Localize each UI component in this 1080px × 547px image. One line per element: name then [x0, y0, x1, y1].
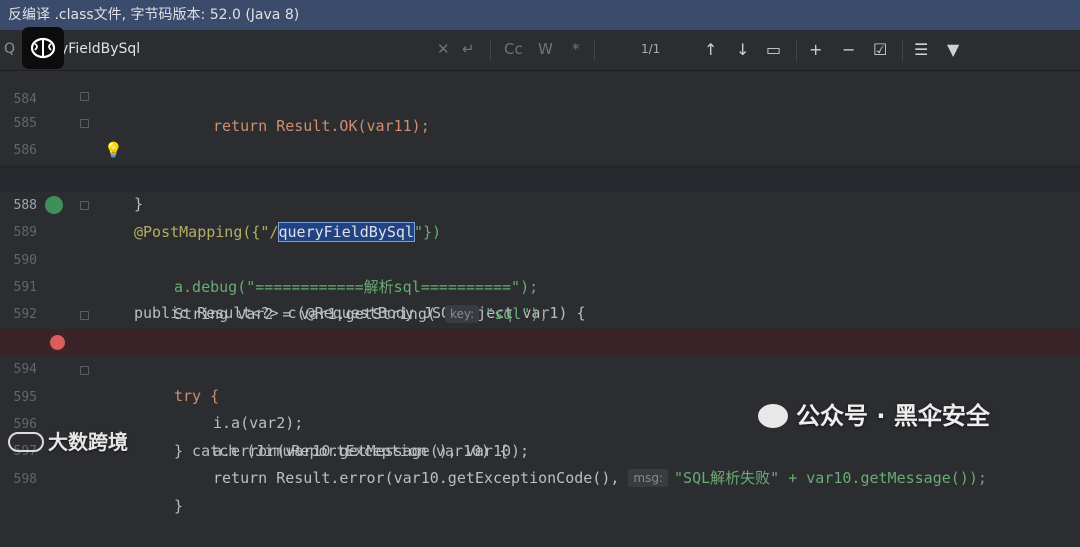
code-line: 590 a.debug("============解析sql==========…: [0, 220, 1080, 296]
code-line: 594 i.a(var2);: [0, 329, 1080, 432]
code-line: 598 }: [0, 439, 1080, 515]
code-line: 588 @PostMapping({"/queryFieldBySql"}): [0, 165, 1080, 242]
spring-bean-icon[interactable]: [45, 196, 63, 214]
line-number: 598: [13, 472, 37, 487]
lightbulb-icon[interactable]: 💡: [104, 137, 123, 164]
code-text: }: [174, 497, 184, 515]
add-selection-icon[interactable]: +: [809, 40, 822, 59]
code-line: 591 String var2 = var1.getString( key: "s…: [0, 247, 1080, 323]
fold-marker-icon[interactable]: [80, 201, 89, 210]
code-line: 587 💡: [0, 137, 1080, 185]
watermark-logo-icon: [8, 432, 44, 452]
code-line: 584 return Result.OK(var11);: [0, 59, 1080, 135]
remove-selection-icon[interactable]: −: [842, 40, 855, 59]
watermark-right-text: 公众号 · 黑伞安全: [796, 402, 990, 430]
open-in-window-icon[interactable]: ▭: [766, 40, 781, 59]
filter-settings-icon[interactable]: ☰: [914, 40, 928, 59]
clear-search-icon[interactable]: ✕: [437, 40, 450, 58]
fold-marker-icon[interactable]: [80, 119, 89, 128]
code-line: 592: [0, 274, 1080, 322]
find-separator: [902, 39, 903, 61]
fold-marker-icon[interactable]: [80, 366, 89, 375]
find-separator: [796, 39, 797, 61]
fold-marker-icon[interactable]: [80, 311, 89, 320]
parameter-hint: msg:: [628, 469, 669, 487]
code-line: 589 public Result<?> c(@RequestBody JSON…: [0, 192, 1080, 322]
regex-button[interactable]: *: [572, 40, 580, 58]
breakpoint-icon[interactable]: [50, 335, 65, 350]
decompiled-class-banner: 反编译 .class文件, 字节码版本: 52.0 (Java 8): [0, 0, 1080, 30]
search-input[interactable]: yFieldBySql: [60, 41, 140, 57]
next-occurrence-icon[interactable]: ↓: [736, 40, 749, 59]
watermark-left: 大数跨境: [8, 426, 128, 455]
previous-occurrence-icon[interactable]: ↑: [704, 40, 717, 59]
select-all-occurrences-icon[interactable]: ☑: [873, 40, 887, 59]
history-icon[interactable]: ↵: [462, 40, 475, 58]
code-head: return Result.error(var10.getExceptionCo…: [213, 469, 620, 487]
code-line: 593 try {: [0, 302, 1080, 405]
filter-icon[interactable]: ▼: [947, 40, 959, 59]
watermark-left-text: 大数跨境: [48, 430, 128, 454]
match-case-button[interactable]: Cc: [504, 40, 523, 58]
search-icon[interactable]: Q: [4, 41, 15, 57]
fold-marker-icon[interactable]: [80, 92, 89, 101]
match-count: 1/1: [641, 42, 661, 56]
code-tail: "SQL解析失败" + var10.getMessage());: [674, 469, 987, 487]
find-separator: [594, 39, 595, 61]
code-line: 586 }: [0, 110, 1080, 213]
watermark-right: 公众号 · 黑伞安全: [758, 396, 990, 431]
whole-words-button[interactable]: W: [538, 40, 553, 58]
code-text: return Result.error(var10.getExceptionCo…: [213, 465, 987, 492]
code-line: 595 } catch (JimuReportException var10) …: [0, 357, 1080, 460]
wechat-logo-icon: [758, 404, 788, 428]
code-line: 585 }: [0, 83, 1080, 186]
find-separator: [490, 39, 491, 61]
